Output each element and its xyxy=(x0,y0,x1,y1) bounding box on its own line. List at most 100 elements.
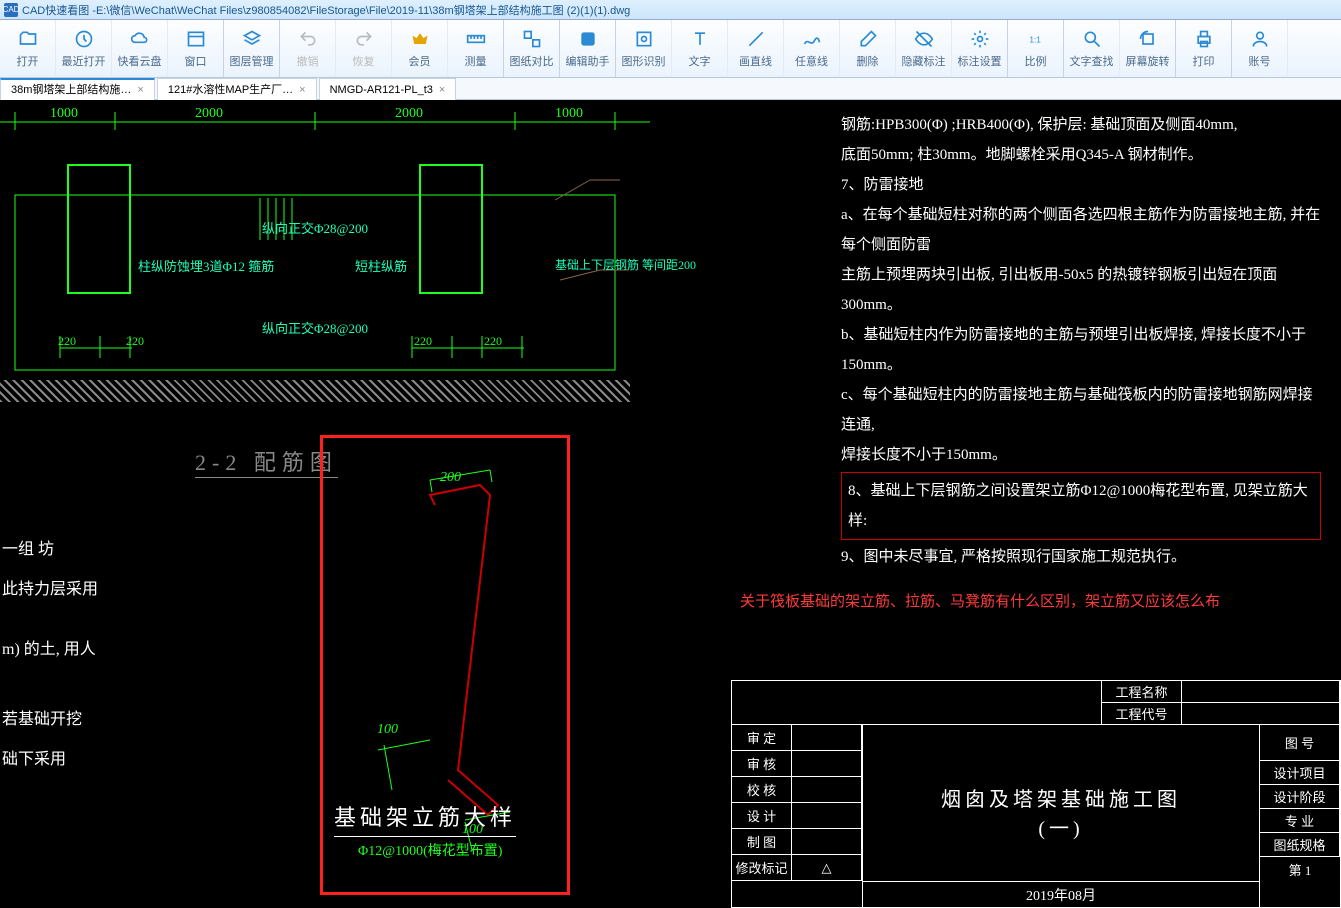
note-7b: b、基础短柱内作为防雷接地的主筋与预埋引出板焊接, 焊接长度不小于150mm。 xyxy=(841,320,1321,380)
tb-sj: 设 计 xyxy=(732,803,792,828)
tb-drawing-title: 烟囱及塔架基础施工图 (一) xyxy=(862,737,1260,887)
drawing-notes: 钢筋:HPB300(Φ) ;HRB400(Φ), 保护层: 基础顶面及侧面40m… xyxy=(841,110,1321,572)
find-icon xyxy=(1081,28,1103,50)
tool-helper[interactable]: 编辑助手 xyxy=(560,20,616,77)
tb-sjjd: 设计阶段 xyxy=(1260,785,1340,808)
note-9: 9、图中未尽事宜, 严格按照现行国家施工规范执行。 xyxy=(841,542,1321,572)
tool-hidemark[interactable]: 隐藏标注 xyxy=(896,20,952,77)
tb-date: 2019年08月 xyxy=(862,881,1260,907)
main-toolbar: 打开最近打开快看云盘窗口图层管理撤销恢复会员测量图纸对比编辑助手图形识别文字画直… xyxy=(0,20,1341,78)
dim-2000-1: 2000 xyxy=(195,106,223,122)
tool-vip[interactable]: 会员 xyxy=(392,20,448,77)
app-logo-icon: CAD xyxy=(4,3,18,17)
tool-text[interactable]: 文字 xyxy=(672,20,728,77)
print-icon xyxy=(1193,28,1215,50)
tool-account[interactable]: 账号 xyxy=(1232,20,1288,77)
tb-gcdh-label: 工程代号 xyxy=(1102,703,1182,724)
polyline-icon xyxy=(801,28,823,50)
tool-open[interactable]: 打开 xyxy=(0,20,56,77)
tb-jh: 校 核 xyxy=(732,777,792,802)
redo-icon xyxy=(353,28,375,50)
tb-zy: 专 业 xyxy=(1260,809,1340,832)
erase-icon xyxy=(857,28,879,50)
rotate-icon xyxy=(1137,28,1159,50)
tb-page: 第 1 xyxy=(1260,857,1340,881)
tool-print[interactable]: 打印 xyxy=(1176,20,1232,77)
note-7c: c、每个基础短柱内的防雷接地主筋与基础筏板内的防雷接地钢筋网焊接连通, xyxy=(841,380,1321,440)
tool-measure[interactable]: 测量 xyxy=(448,20,504,77)
open-icon xyxy=(17,28,39,50)
dim-1000-2: 1000 xyxy=(555,106,583,122)
label-rebar-d: 基础上下层钢筋 等间距200 xyxy=(555,258,696,272)
section-title: 2-2 配筋图 xyxy=(195,445,338,477)
left-partial-text: 一组 坊 此持力层采用 m) 的土, 用人 若基础开挖 础下采用 xyxy=(2,530,98,780)
label-rebar-b: 柱纵防蚀埋3道Φ12 箍筋 xyxy=(138,256,274,275)
tab-2[interactable]: NMGD-AR121-PL_t3× xyxy=(319,78,457,100)
tb-zt: 制 图 xyxy=(732,829,792,854)
tool-scale[interactable]: 1:1比例 xyxy=(1008,20,1064,77)
title-bar: CAD CAD快速看图 - E:\微信\WeChat\WeChat Files\… xyxy=(0,0,1341,20)
line-icon xyxy=(745,28,767,50)
label-rebar-a: 纵向正交Φ28@200 xyxy=(262,218,368,237)
measure-icon xyxy=(465,28,487,50)
close-icon[interactable]: × xyxy=(439,80,445,100)
window-title-path: E:\微信\WeChat\WeChat Files\z980854082\Fil… xyxy=(96,2,630,18)
note-6a: 钢筋:HPB300(Φ) ;HRB400(Φ), 保护层: 基础顶面及侧面40m… xyxy=(841,110,1321,140)
undo-icon xyxy=(297,28,319,50)
tool-rotate[interactable]: 屏幕旋转 xyxy=(1120,20,1176,77)
tool-layers[interactable]: 图层管理 xyxy=(224,20,280,77)
close-icon[interactable]: × xyxy=(299,80,305,100)
dim-1000-1: 1000 xyxy=(50,106,78,122)
tool-recent[interactable]: 最近打开 xyxy=(56,20,112,77)
detail-subtitle: Φ12@1000(梅花型布置) xyxy=(358,840,502,860)
dim-220-2: 220 xyxy=(126,334,144,349)
tool-redo[interactable]: 恢复 xyxy=(336,20,392,77)
tb-xgbj: 修改标记 xyxy=(732,855,792,880)
tab-0[interactable]: 38m钢塔架上部结构施…× xyxy=(0,78,155,100)
tool-ocr[interactable]: 图形识别 xyxy=(616,20,672,77)
tool-polyline[interactable]: 任意线 xyxy=(784,20,840,77)
dim-100a: 100 xyxy=(377,722,398,738)
tool-erase[interactable]: 删除 xyxy=(840,20,896,77)
dim-220-3: 220 xyxy=(414,334,432,349)
tool-cloud[interactable]: 快看云盘 xyxy=(112,20,168,77)
dim-220-4: 220 xyxy=(484,334,502,349)
tool-window[interactable]: 窗口 xyxy=(168,20,224,77)
window-title-prefix: CAD快速看图 - xyxy=(22,2,96,18)
tb-sh: 审 核 xyxy=(732,751,792,776)
cloud-icon xyxy=(129,28,151,50)
note-6b: 底面50mm; 柱30mm。地脚螺栓采用Q345-A 钢材制作。 xyxy=(841,140,1321,170)
tb-sd: 审 定 xyxy=(732,725,792,750)
note-8-highlighted: 8、基础上下层钢筋之间设置架立筋Φ12@1000梅花型布置, 见架立筋大样: xyxy=(841,472,1321,540)
label-rebar-c: 短柱纵筋 xyxy=(355,256,407,275)
note-7c2: 焊接长度不小于150mm。 xyxy=(841,440,1321,470)
compare-icon xyxy=(521,28,543,50)
tb-tzgg: 图纸规格 xyxy=(1260,833,1340,856)
tab-1[interactable]: 121#水溶性MAP生产厂…× xyxy=(157,78,317,100)
dim-200: 200 xyxy=(440,470,461,486)
account-icon xyxy=(1249,28,1271,50)
tool-compare[interactable]: 图纸对比 xyxy=(504,20,560,77)
title-block: 工程名称 工程代号 审 定 审 核 校 核 设 计 制 图 修改标记△ 图 号 … xyxy=(731,680,1341,908)
tool-undo[interactable]: 撤销 xyxy=(280,20,336,77)
tool-find[interactable]: 文字查找 xyxy=(1064,20,1120,77)
svg-text:1:1: 1:1 xyxy=(1029,34,1041,44)
note-7: 7、防雷接地 xyxy=(841,170,1321,200)
note-7a2: 主筋上预埋两块引出板, 引出板用-50x5 的热镀锌钢板引出短在顶面300mm。 xyxy=(841,260,1321,320)
tb-triangle-icon: △ xyxy=(792,855,862,880)
drawing-canvas[interactable]: 1000 2000 2000 1000 220 220 220 220 纵向正交… xyxy=(0,100,1341,908)
tool-dimset[interactable]: 标注设置 xyxy=(952,20,1008,77)
scale-icon: 1:1 xyxy=(1025,28,1047,50)
tool-line[interactable]: 画直线 xyxy=(728,20,784,77)
helper-icon xyxy=(577,28,599,50)
label-rebar-e: 纵向正交Φ28@200 xyxy=(262,318,368,337)
window-icon xyxy=(185,28,207,50)
tb-gcmc-label: 工程名称 xyxy=(1102,681,1182,702)
hidemark-icon xyxy=(913,28,935,50)
note-7a: a、在每个基础短柱对称的两个侧面各选四根主筋作为防雷接地主筋, 并在每个侧面防雷 xyxy=(841,200,1321,260)
tb-sjxm: 设计项目 xyxy=(1260,761,1340,784)
annotation-question: 关于筏板基础的架立筋、拉筋、马凳筋有什么区别，架立筋又应该怎么布 xyxy=(740,590,1220,611)
ground-hatch xyxy=(0,380,630,402)
ocr-icon xyxy=(633,28,655,50)
close-icon[interactable]: × xyxy=(137,80,143,100)
